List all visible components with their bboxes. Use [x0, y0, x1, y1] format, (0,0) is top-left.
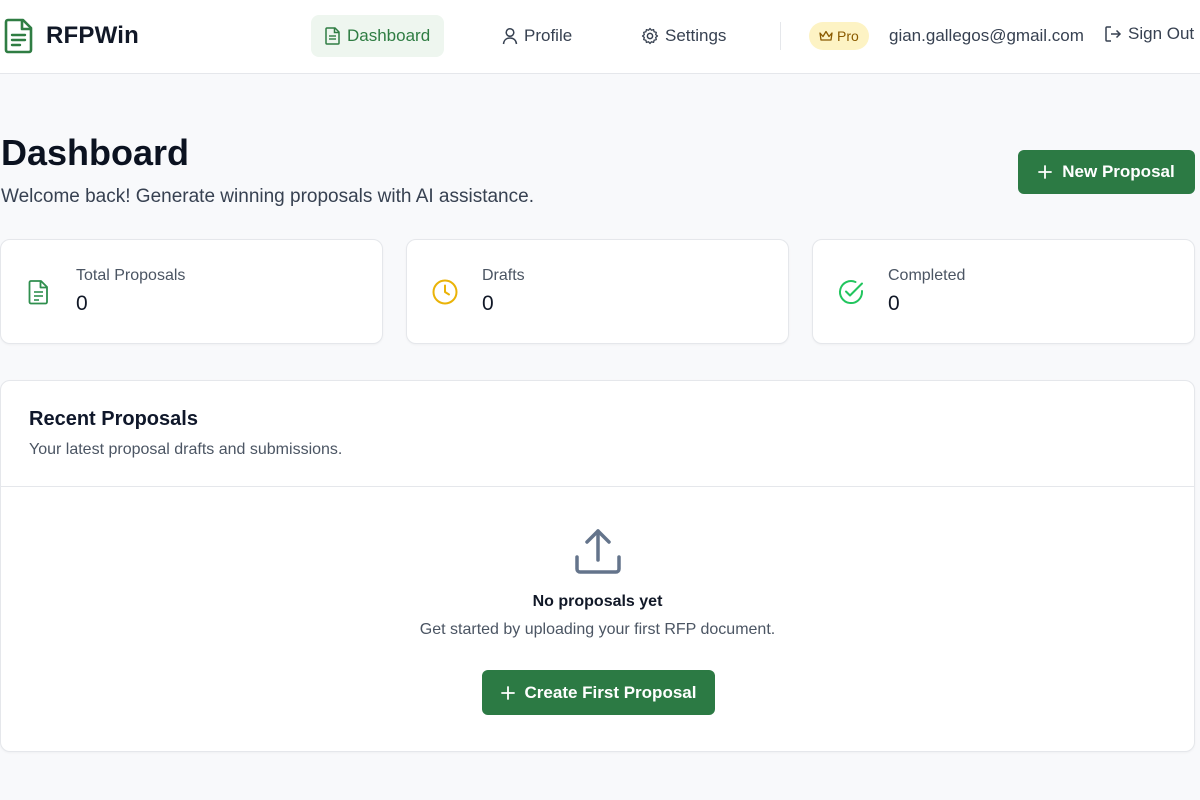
nav-item-label: Dashboard	[347, 26, 431, 45]
document-icon	[325, 27, 340, 45]
user-icon	[502, 27, 518, 45]
page-title: Dashboard	[1, 132, 190, 173]
section-title: Recent Proposals	[29, 408, 198, 430]
plan-badge: Pro	[809, 22, 869, 50]
stat-value: 0	[888, 292, 900, 315]
empty-state-subtitle: Get started by uploading your first RFP …	[419, 621, 776, 638]
stat-label: Total Proposals	[76, 267, 186, 284]
empty-state-title: No proposals yet	[532, 593, 663, 610]
recent-proposals-card: Recent Proposals Your latest proposal dr…	[0, 380, 1195, 752]
create-first-proposal-button[interactable]: Create First Proposal	[482, 670, 715, 715]
upload-icon	[575, 529, 621, 574]
stat-value: 0	[76, 292, 88, 315]
clock-icon	[432, 279, 458, 305]
top-navbar: RFPWin Dashboard Profile Settings Pro gi…	[0, 0, 1200, 74]
nav-item-dashboard[interactable]: Dashboard	[311, 15, 445, 57]
stat-value: 0	[482, 292, 494, 315]
brand[interactable]: RFPWin	[4, 18, 139, 54]
stat-card-completed: Completed 0	[812, 239, 1195, 344]
crown-icon	[819, 30, 833, 41]
document-icon	[4, 18, 33, 54]
sign-out-icon	[1105, 26, 1122, 42]
plus-icon	[1038, 165, 1053, 179]
stat-label: Drafts	[482, 267, 525, 284]
gear-icon	[641, 27, 659, 45]
plan-badge-label: Pro	[837, 28, 859, 44]
nav-item-profile[interactable]: Profile	[488, 15, 586, 57]
divider	[1, 486, 1194, 487]
user-email: gian.gallegos@gmail.com	[889, 26, 1084, 45]
nav-item-settings[interactable]: Settings	[627, 15, 740, 57]
new-proposal-button[interactable]: New Proposal	[1018, 150, 1195, 194]
stat-card-drafts: Drafts 0	[406, 239, 789, 344]
sign-out-button[interactable]: Sign Out	[1104, 24, 1194, 44]
check-circle-icon	[839, 280, 864, 304]
nav-item-label: Profile	[524, 26, 573, 45]
nav-divider	[780, 22, 781, 50]
new-proposal-label: New Proposal	[1062, 162, 1175, 181]
create-first-proposal-label: Create First Proposal	[524, 682, 697, 702]
page-subtitle: Welcome back! Generate winning proposals…	[1, 186, 534, 207]
stat-label: Completed	[888, 267, 966, 284]
stat-card-total: Total Proposals 0	[0, 239, 383, 344]
sign-out-label: Sign Out	[1128, 24, 1195, 43]
document-icon	[28, 280, 48, 305]
nav-item-label: Settings	[665, 26, 727, 45]
brand-name: RFPWin	[46, 22, 139, 49]
plus-icon	[500, 685, 515, 700]
section-subtitle: Your latest proposal drafts and submissi…	[29, 441, 343, 458]
